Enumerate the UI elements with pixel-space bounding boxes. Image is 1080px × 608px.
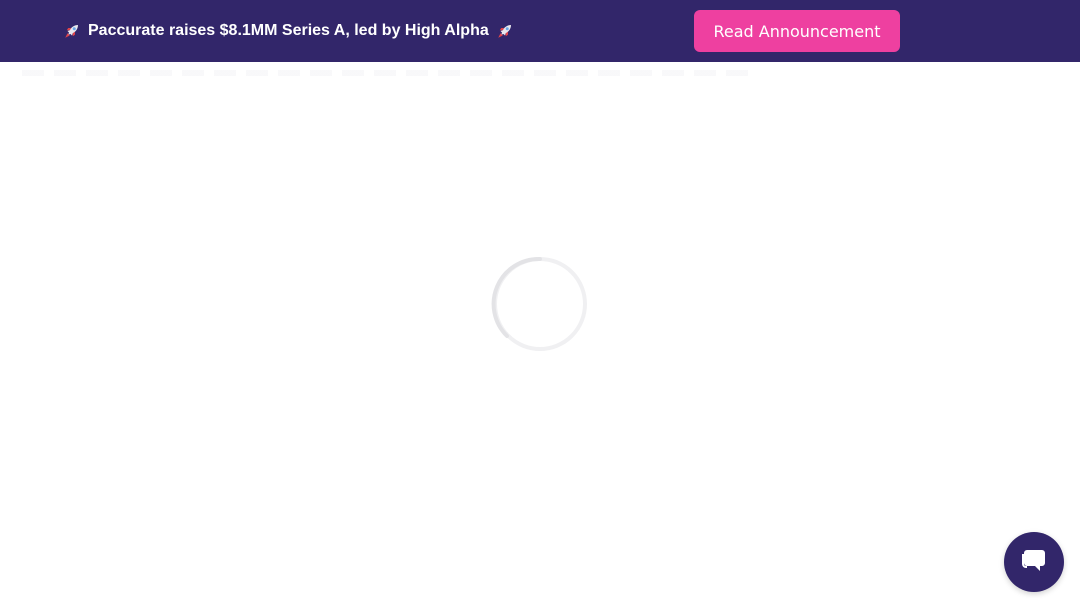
rocket-icon — [63, 22, 81, 40]
read-announcement-button[interactable]: Read Announcement — [694, 10, 900, 52]
announcement-banner: Paccurate raises $8.1MM Series A, led by… — [0, 0, 1080, 62]
loading-skeleton-bar — [22, 70, 757, 76]
chat-bubble-icon — [1018, 544, 1050, 581]
rocket-icon — [496, 22, 514, 40]
chat-launcher-button[interactable] — [1004, 532, 1064, 592]
loading-spinner — [490, 254, 590, 354]
announcement-message: Paccurate raises $8.1MM Series A, led by… — [88, 22, 489, 39]
announcement-text-group: Paccurate raises $8.1MM Series A, led by… — [63, 0, 514, 62]
